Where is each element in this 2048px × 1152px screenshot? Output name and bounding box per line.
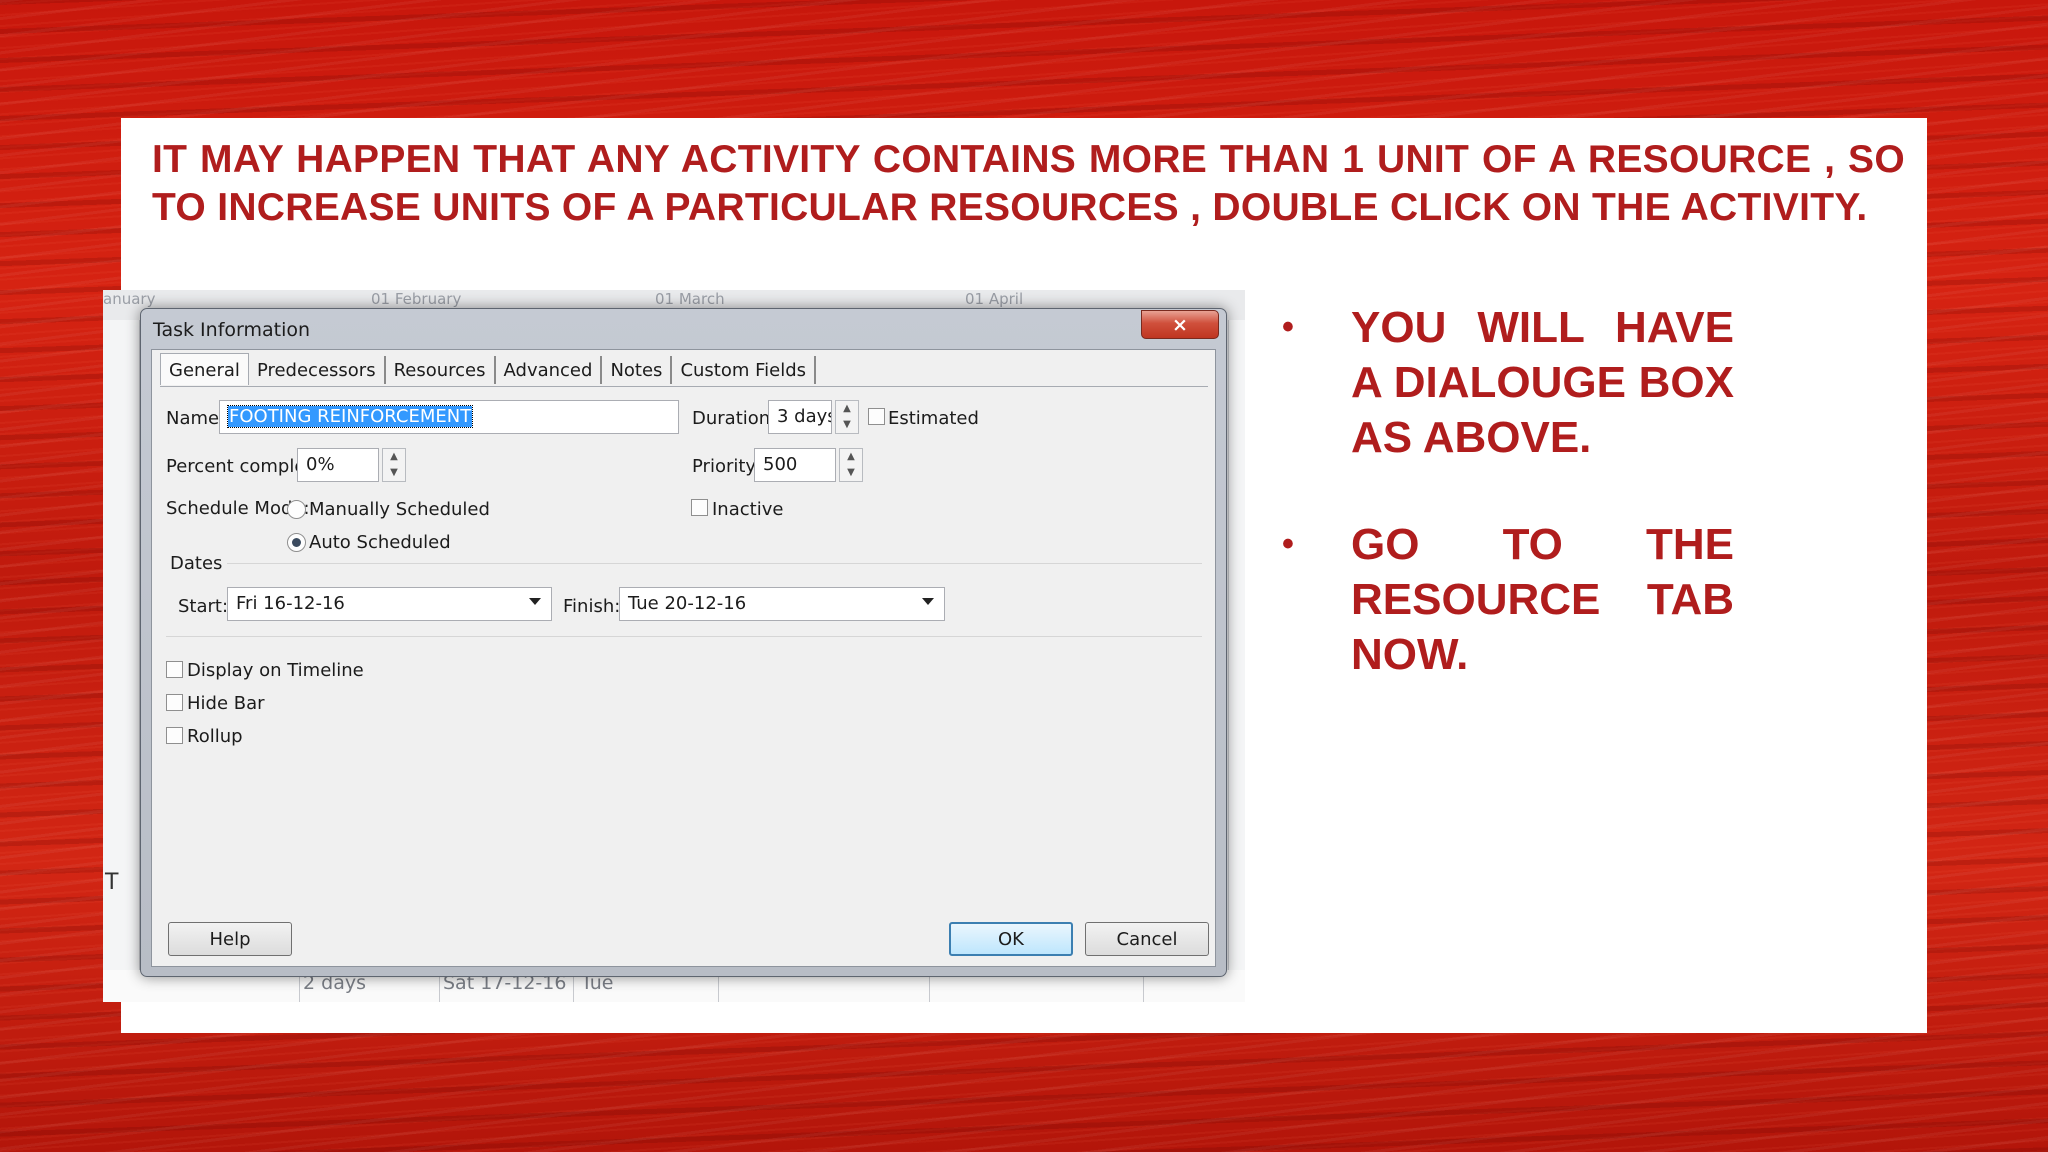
rollup-label: Rollup xyxy=(187,726,243,747)
dialog-body: General Predecessors Resources Advanced … xyxy=(151,349,1216,967)
tab-notes[interactable]: Notes xyxy=(602,356,673,384)
bullet-dot-icon: • xyxy=(1282,308,1294,346)
inactive-label: Inactive xyxy=(712,499,784,520)
start-date-field[interactable]: Fri 16-12-16 xyxy=(227,587,552,621)
hide-bar-checkbox[interactable] xyxy=(166,694,183,711)
tab-advanced[interactable]: Advanced xyxy=(496,356,603,384)
spin-up-icon: ▲ xyxy=(390,451,398,462)
spin-down-icon: ▼ xyxy=(843,419,851,430)
name-field[interactable]: FOOTING REINFORCEMENT xyxy=(219,400,679,434)
tab-bar: General Predecessors Resources Advanced … xyxy=(160,353,817,386)
help-button[interactable]: Help xyxy=(168,922,292,956)
task-information-dialog: Task Information × General Predecessors … xyxy=(140,308,1227,977)
auto-radio[interactable] xyxy=(287,533,306,552)
cancel-button[interactable]: Cancel xyxy=(1085,922,1209,956)
duration-spinner[interactable]: ▲ ▼ xyxy=(835,400,859,434)
timeline-checkbox[interactable] xyxy=(166,661,183,678)
estimated-checkbox[interactable] xyxy=(868,408,885,425)
timeline-label: Display on Timeline xyxy=(187,660,364,681)
manual-label: Manually Scheduled xyxy=(309,499,490,520)
name-value: FOOTING REINFORCEMENT xyxy=(226,405,474,428)
duration-label: Duration: xyxy=(692,408,777,429)
bullet-text: YOU WILL HAVE A DIALOUGE BOX AS ABOVE. xyxy=(1351,303,1734,462)
separator xyxy=(166,636,1202,637)
start-value: Fri 16-12-16 xyxy=(236,593,345,614)
tab-predecessors[interactable]: Predecessors xyxy=(249,356,386,384)
tab-divider xyxy=(160,386,1208,387)
start-label: Start: xyxy=(178,596,229,617)
inactive-checkbox[interactable] xyxy=(691,499,708,516)
finish-date-field[interactable]: Tue 20-12-16 xyxy=(619,587,945,621)
close-icon: × xyxy=(1172,313,1188,336)
chevron-down-icon xyxy=(529,598,541,605)
tab-resources[interactable]: Resources xyxy=(386,356,496,384)
background-timeline: anuary 01 February 01 March 01 April xyxy=(103,290,1245,310)
tab-general[interactable]: General xyxy=(160,353,249,385)
bullet-item: • GO TO THE RESOURCE TAB NOW. xyxy=(1282,517,1734,682)
ok-button[interactable]: OK xyxy=(949,922,1073,956)
hide-bar-label: Hide Bar xyxy=(187,693,265,714)
finish-value: Tue 20-12-16 xyxy=(628,593,747,614)
timeline-label: 01 April xyxy=(965,290,1024,308)
duration-field[interactable]: 3 days xyxy=(768,400,832,434)
name-label: Name: xyxy=(166,408,226,429)
percent-complete-field[interactable]: 0% xyxy=(297,448,379,482)
spin-up-icon: ▲ xyxy=(847,451,855,462)
priority-field[interactable]: 500 xyxy=(754,448,836,482)
dates-label: Dates xyxy=(170,553,223,574)
finish-label: Finish: xyxy=(563,596,621,617)
background-letter: T xyxy=(105,870,119,895)
bullet-list: • YOU WILL HAVE A DIALOUGE BOX AS ABOVE.… xyxy=(1282,300,1734,734)
screenshot-image: anuary 01 February 01 March 01 April T 2… xyxy=(103,290,1245,1002)
priority-label: Priority: xyxy=(692,456,761,477)
timeline-label: 01 March xyxy=(655,290,725,308)
manual-radio[interactable] xyxy=(287,500,306,519)
rollup-checkbox[interactable] xyxy=(166,727,183,744)
dialog-title: Task Information xyxy=(153,319,311,341)
percent-spinner[interactable]: ▲ ▼ xyxy=(382,448,406,482)
dates-separator xyxy=(227,563,1202,564)
auto-label: Auto Scheduled xyxy=(309,532,451,553)
spin-down-icon: ▼ xyxy=(847,467,855,478)
spin-down-icon: ▼ xyxy=(390,467,398,478)
spin-up-icon: ▲ xyxy=(843,403,851,414)
slide-heading: IT MAY HAPPEN THAT ANY ACTIVITY CONTAINS… xyxy=(152,138,1905,229)
close-button[interactable]: × xyxy=(1141,310,1219,339)
timeline-label: anuary xyxy=(103,290,156,308)
background-right-strip xyxy=(1228,320,1245,970)
bullet-item: • YOU WILL HAVE A DIALOUGE BOX AS ABOVE. xyxy=(1282,300,1734,465)
estimated-label: Estimated xyxy=(888,408,979,429)
bullet-dot-icon: • xyxy=(1282,525,1294,563)
tab-custom-fields[interactable]: Custom Fields xyxy=(672,356,817,384)
timeline-label: 01 February xyxy=(371,290,462,308)
bullet-text: GO TO THE RESOURCE TAB NOW. xyxy=(1351,520,1734,679)
chevron-down-icon xyxy=(922,598,934,605)
priority-spinner[interactable]: ▲ ▼ xyxy=(839,448,863,482)
